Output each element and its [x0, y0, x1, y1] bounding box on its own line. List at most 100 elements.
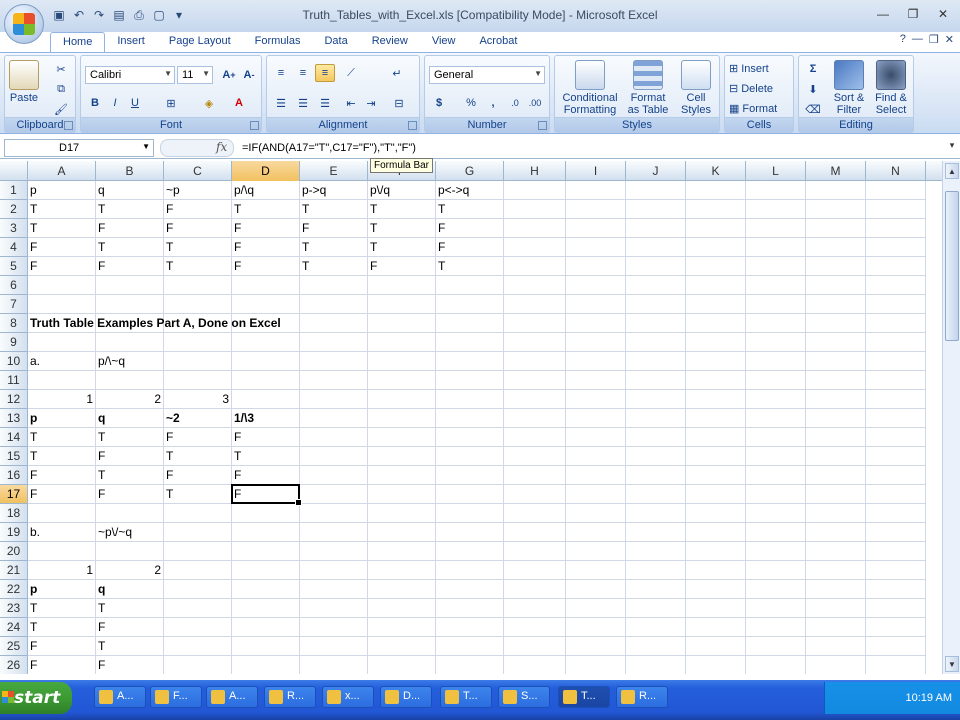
percent-icon[interactable]: %	[461, 94, 481, 112]
column-header-e[interactable]: E	[300, 161, 368, 181]
orientation-icon[interactable]: ⟋	[341, 64, 361, 82]
select-all-corner[interactable]	[0, 161, 28, 181]
cell-l26[interactable]	[746, 656, 806, 674]
cell-e19[interactable]	[300, 523, 368, 542]
column-header-g[interactable]: G	[436, 161, 504, 181]
cell-l5[interactable]	[746, 257, 806, 276]
cell-c22[interactable]	[164, 580, 232, 599]
row-header-18[interactable]: 18	[0, 504, 28, 523]
taskbar-item-1[interactable]: A...	[94, 686, 146, 708]
cell-i25[interactable]	[566, 637, 626, 656]
cell-j5[interactable]	[626, 257, 686, 276]
tab-insert[interactable]: Insert	[105, 32, 157, 52]
cell-i4[interactable]	[566, 238, 626, 257]
cell-c24[interactable]	[164, 618, 232, 637]
cell-a8[interactable]: Truth Table Examples Part A, Done on Exc…	[28, 314, 281, 333]
cell-f24[interactable]	[368, 618, 436, 637]
taskbar-item-7[interactable]: T...	[440, 686, 492, 708]
cell-f21[interactable]	[368, 561, 436, 580]
cell-h17[interactable]	[504, 485, 566, 504]
cell-m7[interactable]	[806, 295, 866, 314]
grow-font-icon[interactable]: A +	[219, 66, 239, 84]
cell-m22[interactable]	[806, 580, 866, 599]
cell-e8[interactable]	[300, 314, 368, 333]
cell-g21[interactable]	[436, 561, 504, 580]
cell-j25[interactable]	[626, 637, 686, 656]
cell-n26[interactable]	[866, 656, 926, 674]
font-launcher-icon[interactable]	[250, 121, 259, 130]
row-header-8[interactable]: 8	[0, 314, 28, 333]
cell-h3[interactable]	[504, 219, 566, 238]
cell-h10[interactable]	[504, 352, 566, 371]
cell-f12[interactable]	[368, 390, 436, 409]
cell-a2[interactable]: T	[28, 200, 96, 219]
number-format-combo[interactable]: General ▼	[429, 66, 545, 84]
cell-n10[interactable]	[866, 352, 926, 371]
cell-e4[interactable]: T	[300, 238, 368, 257]
cell-a14[interactable]: T	[28, 428, 96, 447]
cell-g20[interactable]	[436, 542, 504, 561]
cell-i11[interactable]	[566, 371, 626, 390]
cell-i26[interactable]	[566, 656, 626, 674]
cell-a16[interactable]: F	[28, 466, 96, 485]
cell-c11[interactable]	[164, 371, 232, 390]
cell-g15[interactable]	[436, 447, 504, 466]
cell-m14[interactable]	[806, 428, 866, 447]
cell-e9[interactable]	[300, 333, 368, 352]
number-launcher-icon[interactable]	[538, 121, 547, 130]
cell-g6[interactable]	[436, 276, 504, 295]
ribbon-close-icon[interactable]: ✕	[945, 33, 954, 46]
sort-filter-button[interactable]: Sort & Filter	[829, 60, 869, 116]
cell-b20[interactable]	[96, 542, 164, 561]
row-header-24[interactable]: 24	[0, 618, 28, 637]
row-header-5[interactable]: 5	[0, 257, 28, 276]
cell-l19[interactable]	[746, 523, 806, 542]
cell-m24[interactable]	[806, 618, 866, 637]
cell-g11[interactable]	[436, 371, 504, 390]
cell-m18[interactable]	[806, 504, 866, 523]
cell-b15[interactable]: F	[96, 447, 164, 466]
cell-h18[interactable]	[504, 504, 566, 523]
cell-k21[interactable]	[686, 561, 746, 580]
autosum-icon[interactable]: Σ	[803, 60, 823, 78]
cell-j4[interactable]	[626, 238, 686, 257]
cell-m19[interactable]	[806, 523, 866, 542]
cell-k4[interactable]	[686, 238, 746, 257]
cell-g3[interactable]: F	[436, 219, 504, 238]
cell-n21[interactable]	[866, 561, 926, 580]
cell-j2[interactable]	[626, 200, 686, 219]
cell-b5[interactable]: F	[96, 257, 164, 276]
cell-k3[interactable]	[686, 219, 746, 238]
cell-h14[interactable]	[504, 428, 566, 447]
cell-c23[interactable]	[164, 599, 232, 618]
cell-j12[interactable]	[626, 390, 686, 409]
cell-g5[interactable]: T	[436, 257, 504, 276]
cell-m9[interactable]	[806, 333, 866, 352]
tab-data[interactable]: Data	[312, 32, 359, 52]
row-header-7[interactable]: 7	[0, 295, 28, 314]
row-header-1[interactable]: 1	[0, 181, 28, 200]
cell-n8[interactable]	[866, 314, 926, 333]
cell-e5[interactable]: T	[300, 257, 368, 276]
cell-f8[interactable]	[368, 314, 436, 333]
cell-k5[interactable]	[686, 257, 746, 276]
cell-l2[interactable]	[746, 200, 806, 219]
cell-e21[interactable]	[300, 561, 368, 580]
cell-e20[interactable]	[300, 542, 368, 561]
cell-d7[interactable]	[232, 295, 300, 314]
cell-n19[interactable]	[866, 523, 926, 542]
cell-b9[interactable]	[96, 333, 164, 352]
cell-k19[interactable]	[686, 523, 746, 542]
decrease-decimal-icon[interactable]: .00	[525, 94, 545, 112]
cell-b25[interactable]: T	[96, 637, 164, 656]
insert-cells-button[interactable]: ⊞ Insert	[729, 62, 769, 76]
tab-acrobat[interactable]: Acrobat	[467, 32, 529, 52]
row-header-22[interactable]: 22	[0, 580, 28, 599]
office-button[interactable]	[4, 4, 44, 44]
tab-formulas[interactable]: Formulas	[243, 32, 313, 52]
cell-j18[interactable]	[626, 504, 686, 523]
tab-review[interactable]: Review	[360, 32, 420, 52]
cell-a24[interactable]: T	[28, 618, 96, 637]
cell-m10[interactable]	[806, 352, 866, 371]
cell-n25[interactable]	[866, 637, 926, 656]
